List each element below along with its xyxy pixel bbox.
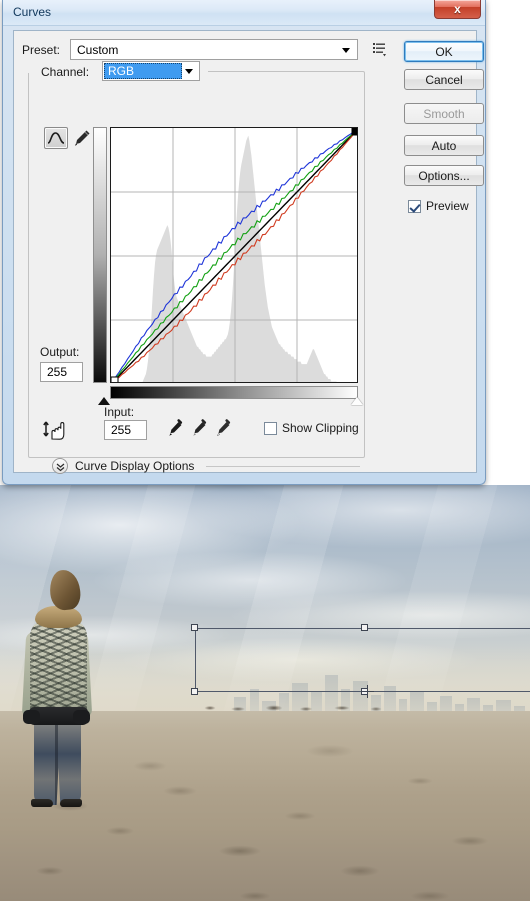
image-canvas[interactable] [0,485,530,901]
options-button[interactable]: Options... [404,165,484,186]
pencil-tool-button[interactable] [71,127,93,149]
preset-value: Custom [77,42,119,57]
curve-display-options-label: Curve Display Options [75,459,195,473]
chevron-down-icon [342,48,350,53]
preset-label: Preset: [22,43,61,57]
dialog-title: Curves [13,5,52,19]
preview-label: Preview [426,199,469,213]
output-gradient-bar [93,127,107,383]
curve-graph[interactable] [110,127,358,383]
cancel-button[interactable]: Cancel [404,69,484,90]
close-button[interactable]: x [434,0,481,19]
person-figure [10,568,93,815]
input-label: Input: [104,405,135,419]
checkbox-icon [408,199,421,213]
curve-display-options-toggle[interactable]: Curve Display Options [52,458,194,474]
close-icon: x [454,2,461,16]
smooth-button: Smooth [404,103,484,124]
black-point-eyedropper[interactable] [166,419,184,441]
preset-menu-icon[interactable] [372,41,388,57]
show-clipping-label: Show Clipping [282,421,359,435]
channel-label: Channel: [38,65,93,79]
curves-dialog: Curves x Preset: Custom Channel: RGB Out… [2,0,486,485]
input-gradient-bar [110,386,358,399]
output-input[interactable]: 255 [40,362,83,382]
eyedropper-group [166,419,232,441]
chevron-down-icon [185,69,193,74]
curve-tool-button[interactable] [44,127,68,149]
white-point-eyedropper[interactable] [214,419,232,441]
channel-value: RGB [104,63,182,79]
curve-graph-svg[interactable] [111,128,358,383]
curve-control-point [111,376,119,382]
checkbox-icon [264,421,277,435]
white-point-slider[interactable] [351,397,363,405]
channel-dropdown[interactable]: RGB [102,61,200,81]
auto-button[interactable]: Auto [404,135,484,156]
chevron-double-down-icon [52,458,68,474]
dialog-body: Preset: Custom Channel: RGB Output: 255 … [13,30,484,474]
curve-control-point [351,128,357,136]
output-label: Output: [40,345,80,359]
gray-point-eyedropper[interactable] [190,419,208,441]
ok-button[interactable]: OK [404,41,484,62]
preview-checkbox[interactable]: Preview [408,199,469,213]
targeted-adjustment-icon[interactable] [42,419,66,441]
preset-dropdown[interactable]: Custom [70,39,358,60]
rubble-debris [196,703,406,713]
show-clipping-checkbox[interactable]: Show Clipping [264,421,359,435]
dialog-titlebar[interactable]: Curves x [3,0,485,26]
black-point-slider[interactable] [98,397,110,405]
section-divider [206,466,360,467]
screen: Curves x Preset: Custom Channel: RGB Out… [0,0,530,901]
input-input[interactable]: 255 [104,420,147,440]
